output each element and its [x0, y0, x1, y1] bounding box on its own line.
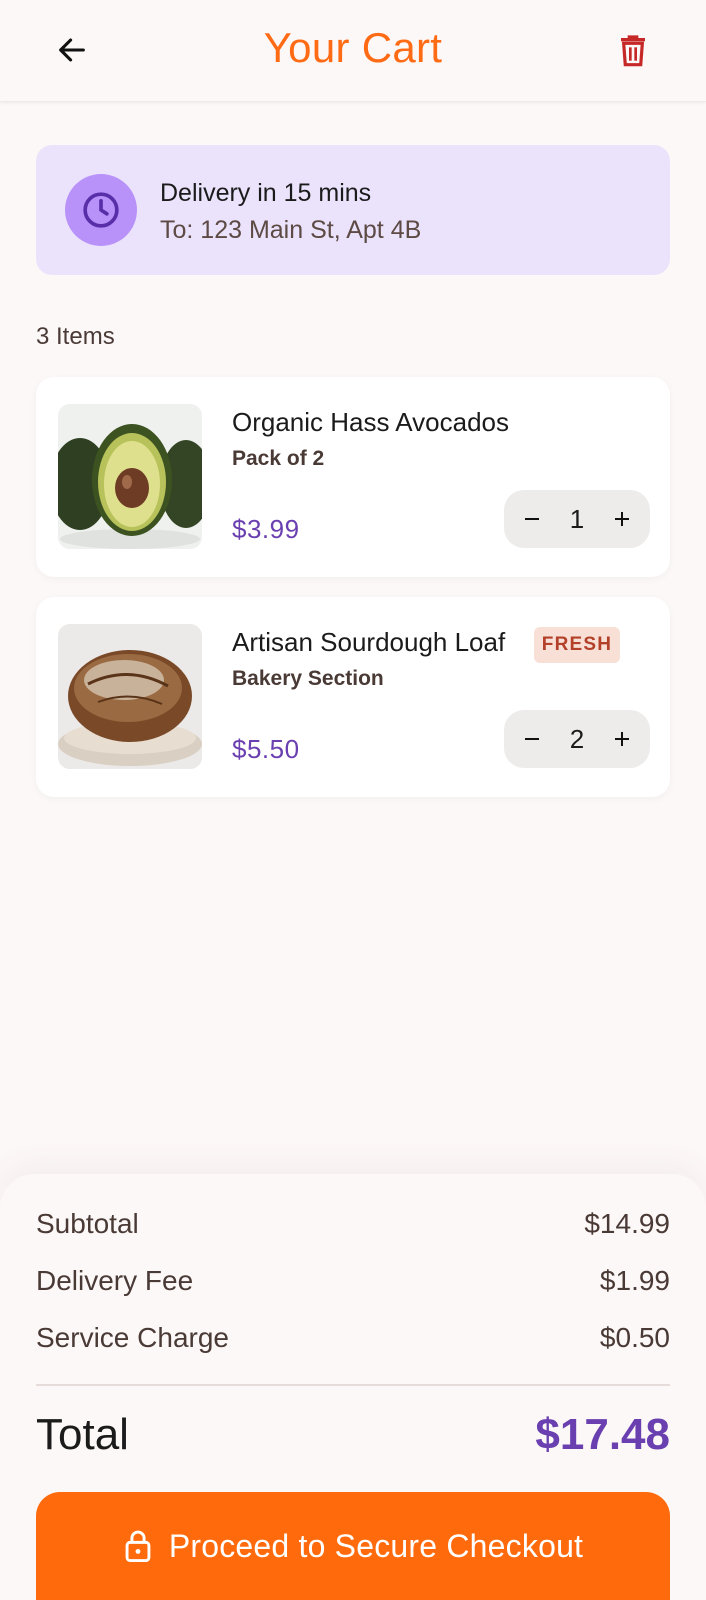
- trash-icon: [621, 35, 645, 67]
- delivery-fee-label: Delivery Fee: [36, 1265, 194, 1296]
- plus-icon: [615, 732, 629, 746]
- increase-quantity-button[interactable]: [598, 710, 646, 768]
- subtotal-value: $14.99: [584, 1208, 670, 1239]
- app-header: Your Cart: [0, 0, 706, 102]
- summary-divider: [36, 1384, 670, 1386]
- cart-item: Artisan Sourdough Loaf FRESH Bakery Sect…: [36, 597, 670, 797]
- checkout-label: Proceed to Secure Checkout: [168, 1527, 584, 1564]
- delivery-fee-value: $1.99: [599, 1265, 670, 1296]
- items-count: 3 Items: [36, 323, 115, 350]
- service-charge-value: $0.50: [599, 1322, 670, 1353]
- delivery-eta: Delivery in 15 mins: [160, 179, 372, 207]
- quantity-value: 1: [569, 504, 585, 534]
- plus-icon: [615, 512, 629, 526]
- quantity-value: 2: [569, 724, 585, 754]
- minus-icon: [525, 518, 539, 520]
- cart-item: Organic Hass Avocados Pack of 2 $3.99 1: [36, 377, 670, 577]
- product-image-avocado: [58, 404, 202, 549]
- product-subtitle: Bakery Section: [232, 667, 384, 690]
- delivery-fee-row: Delivery Fee $1.99: [36, 1265, 670, 1297]
- decrease-quantity-button[interactable]: [508, 710, 556, 768]
- subtotal-row: Subtotal $14.99: [36, 1208, 670, 1240]
- total-value: $17.48: [535, 1410, 670, 1459]
- product-price: $5.50: [232, 734, 300, 764]
- product-name: Artisan Sourdough Loaf: [232, 627, 506, 657]
- checkout-button[interactable]: Proceed to Secure Checkout: [36, 1492, 670, 1600]
- fresh-badge: FRESH: [534, 627, 620, 663]
- subtotal-label: Subtotal: [36, 1208, 139, 1239]
- service-charge-label: Service Charge: [36, 1322, 229, 1353]
- total-label: Total: [36, 1410, 129, 1459]
- delivery-address: To: 123 Main St, Apt 4B: [160, 216, 422, 244]
- minus-icon: [525, 738, 539, 740]
- quantity-stepper: 2: [504, 710, 650, 768]
- lock-icon: [125, 1530, 151, 1563]
- order-summary-panel: Subtotal $14.99 Delivery Fee $1.99 Servi…: [0, 1174, 706, 1600]
- product-subtitle: Pack of 2: [232, 447, 325, 470]
- quantity-stepper: 1: [504, 490, 650, 548]
- delivery-info-card[interactable]: Delivery in 15 mins To: 123 Main St, Apt…: [36, 145, 670, 275]
- clear-cart-button[interactable]: [613, 30, 653, 70]
- page-title: Your Cart: [263, 24, 443, 71]
- clock-icon: [83, 192, 119, 228]
- product-image-sourdough: [58, 624, 202, 769]
- service-charge-row: Service Charge $0.50: [36, 1322, 670, 1354]
- clock-badge: [65, 174, 137, 246]
- increase-quantity-button[interactable]: [598, 490, 646, 548]
- product-name: Organic Hass Avocados: [232, 407, 509, 437]
- decrease-quantity-button[interactable]: [508, 490, 556, 548]
- product-price: $3.99: [232, 514, 300, 544]
